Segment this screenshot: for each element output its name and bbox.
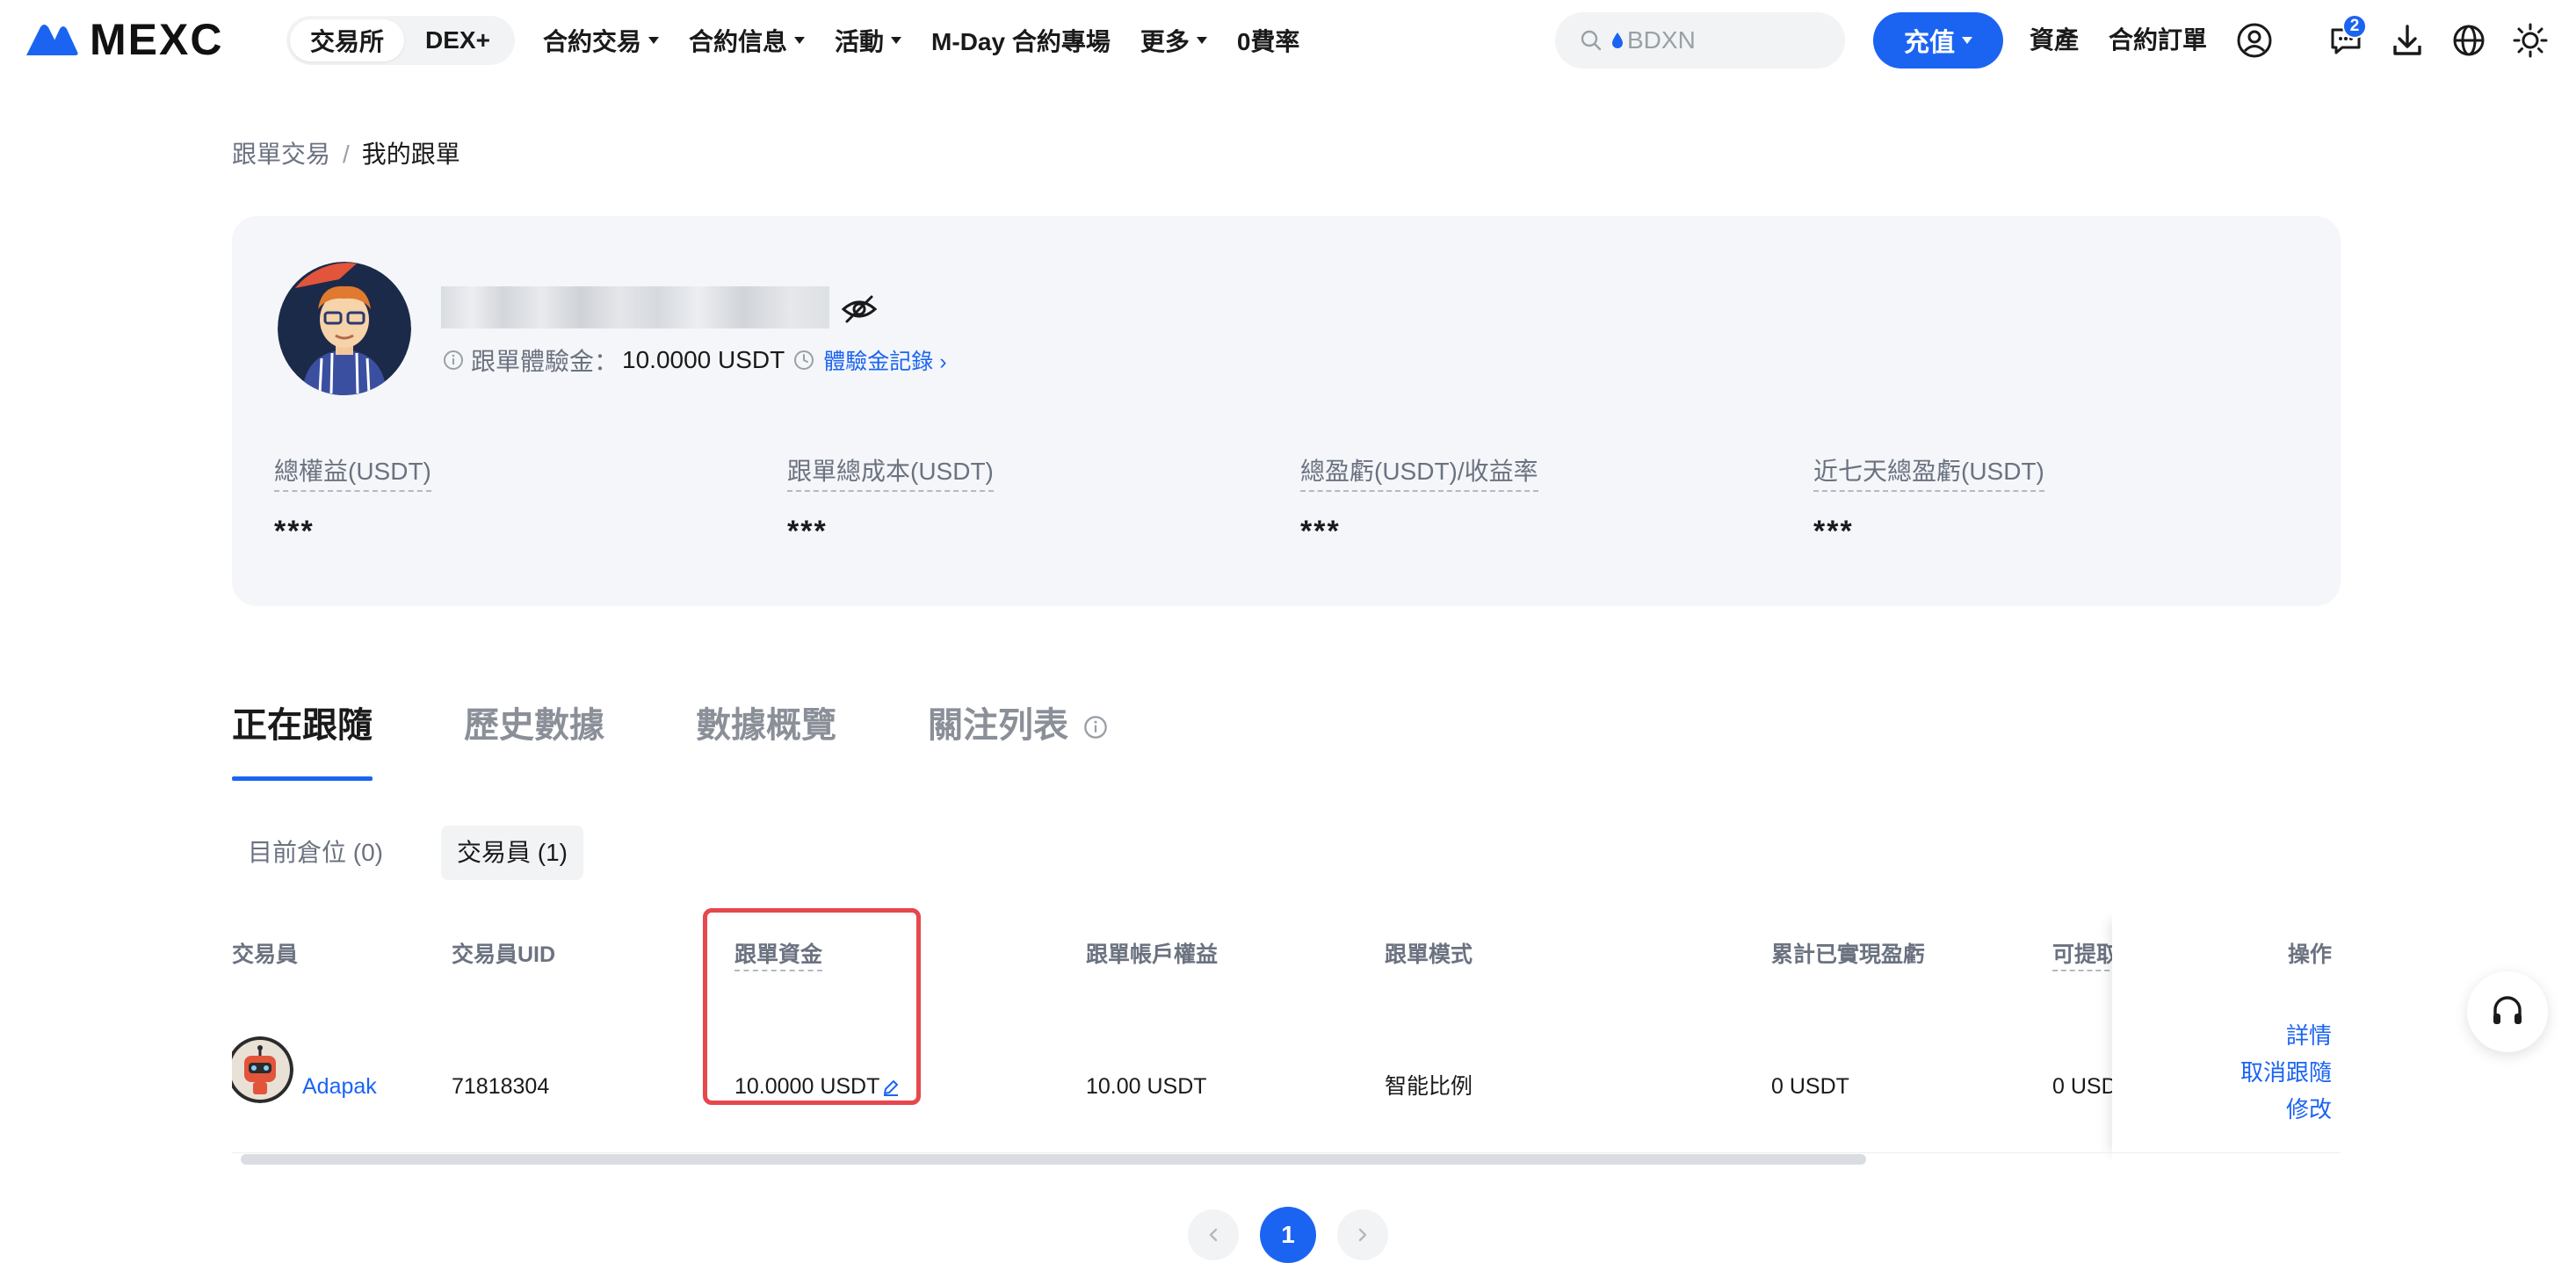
account-equity: 10.00 USDT: [1086, 1074, 1207, 1099]
top-navigation: MEXC 交易所 DEX+ 合約交易 合約信息 活動 M-Day 合約專場 更多…: [0, 0, 2576, 79]
breadcrumb-separator: /: [343, 141, 350, 168]
stat-total-pnl: 總盈虧(USDT)/收益率 ***: [1300, 455, 1538, 549]
info-icon: [444, 350, 463, 370]
chevron-left-icon: [1209, 1228, 1218, 1242]
pagination: 1: [1188, 1207, 1409, 1263]
droplet-icon: [1612, 32, 1623, 48]
trial-funds-history-link[interactable]: 體驗金記錄 ›: [823, 344, 946, 376]
stat-total-equity: 總權益(USDT) ***: [274, 455, 431, 549]
caret-down-icon: [648, 37, 660, 44]
info-icon: [1084, 716, 1107, 740]
menu-mday[interactable]: M-Day 合約專場: [931, 23, 1111, 58]
eye-slash-icon[interactable]: [840, 290, 879, 328]
headset-icon: [2493, 996, 2522, 1024]
next-page-button[interactable]: [1337, 1209, 1388, 1260]
user-icon[interactable]: [2235, 21, 2274, 60]
trial-funds-value: 10.0000 USDT: [622, 346, 785, 373]
copy-mode: 智能比例: [1385, 1074, 1473, 1099]
col-header-realized-pnl: 累計已實現盈虧: [1771, 942, 1926, 967]
deposit-button[interactable]: 充值: [1873, 12, 2003, 69]
horizontal-scrollbar[interactable]: [241, 1154, 2341, 1166]
avatar: [278, 262, 411, 395]
globe-icon[interactable]: [2449, 21, 2488, 60]
details-link[interactable]: 詳情: [2240, 1017, 2332, 1054]
main-menu: 合約交易 合約信息 活動 M-Day 合約專場 更多 0費率: [543, 19, 1329, 61]
logo-text: MEXC: [90, 15, 224, 64]
active-tab-indicator: [232, 776, 373, 781]
trader-uid: 71818304: [452, 1074, 550, 1099]
withdrawable-amount: 0 USD: [2052, 1074, 2117, 1099]
col-header-equity: 跟單帳戶權益: [1086, 942, 1219, 967]
menu-futures-trading[interactable]: 合約交易: [543, 23, 660, 58]
chevron-right-icon: ›: [939, 350, 947, 374]
profile-card: 跟單體驗金： 10.0000 USDT 體驗金記錄 › 總權益(USDT) **…: [232, 216, 2341, 606]
traders-table: 交易員 交易員UID 跟單資金 跟單帳戶權益 跟單模式 累計已實現盈虧 可提取 …: [232, 913, 2341, 1159]
col-header-actions: 操作: [2287, 942, 2332, 967]
trader-avatar[interactable]: [232, 1036, 293, 1103]
realized-pnl: 0 USDT: [1771, 1074, 1849, 1099]
modify-link[interactable]: 修改: [2240, 1091, 2332, 1128]
assets-link[interactable]: 資產: [2030, 23, 2079, 58]
row-divider: [232, 1152, 2341, 1153]
mexc-logo-icon: [26, 25, 78, 55]
stat-total-cost: 跟單總成本(USDT) ***: [787, 455, 994, 549]
menu-events[interactable]: 活動: [835, 23, 902, 58]
prev-page-button[interactable]: [1188, 1209, 1239, 1260]
tab-following[interactable]: 正在跟隨: [232, 699, 373, 752]
actions-column: 操作 詳情 取消跟隨 修改: [2112, 913, 2341, 1159]
trial-funds-label: 跟單體驗金：: [471, 348, 619, 375]
futures-orders-link[interactable]: 合約訂單: [2109, 23, 2207, 58]
search-input[interactable]: [1627, 26, 1829, 54]
subtab-positions[interactable]: 目前倉位 (0): [232, 826, 399, 880]
col-header-uid: 交易員UID: [452, 942, 556, 967]
trial-funds-row: 跟單體驗金： 10.0000 USDT 體驗金記錄 ›: [443, 343, 947, 378]
col-header-withdrawable: 可提取: [2052, 940, 2119, 971]
row-actions: 詳情 取消跟隨 修改: [2240, 1017, 2332, 1128]
subtab-traders[interactable]: 交易員 (1): [441, 826, 584, 880]
exchange-switch: 交易所 DEX+: [286, 16, 515, 65]
theme-sun-icon[interactable]: [2511, 21, 2550, 60]
page-1-button[interactable]: 1: [1260, 1207, 1316, 1263]
masked-username: [441, 286, 829, 328]
tab-overview[interactable]: 數據概覽: [696, 699, 836, 752]
tab-dex[interactable]: DEX+: [404, 19, 511, 61]
search-box[interactable]: [1555, 12, 1845, 69]
menu-more[interactable]: 更多: [1140, 23, 1207, 58]
tab-exchange[interactable]: 交易所: [290, 19, 404, 61]
menu-futures-info[interactable]: 合約信息: [689, 23, 806, 58]
message-count-badge: 2: [2342, 14, 2367, 39]
highlight-box: [703, 908, 921, 1105]
trader-name-link[interactable]: Adapak: [302, 1072, 377, 1101]
col-header-trader: 交易員: [232, 942, 299, 967]
breadcrumb-current: 我的跟單: [361, 141, 460, 168]
tab-history[interactable]: 歷史數據: [464, 699, 604, 752]
stat-7d-pnl: 近七天總盈虧(USDT) ***: [1813, 455, 2044, 549]
col-header-mode: 跟單模式: [1385, 942, 1473, 967]
clock-icon: [794, 350, 814, 370]
customer-support-button[interactable]: [2467, 971, 2548, 1052]
download-icon[interactable]: [2388, 21, 2427, 60]
caret-down-icon: [891, 37, 902, 44]
caret-down-icon: [1962, 37, 1972, 44]
tab-watchlist[interactable]: 關注列表: [928, 699, 1108, 752]
breadcrumb: 跟單交易 / 我的跟單: [232, 137, 460, 172]
breadcrumb-copy-trading[interactable]: 跟單交易: [232, 141, 330, 168]
menu-zero-fee[interactable]: 0費率: [1237, 23, 1300, 58]
caret-down-icon: [794, 37, 806, 44]
search-icon: [1581, 30, 1602, 51]
unfollow-link[interactable]: 取消跟隨: [2240, 1054, 2332, 1091]
scrollbar-thumb[interactable]: [241, 1154, 1866, 1165]
mexc-logo[interactable]: MEXC: [25, 16, 223, 63]
chevron-right-icon: [1358, 1228, 1367, 1242]
caret-down-icon: [1196, 37, 1207, 44]
